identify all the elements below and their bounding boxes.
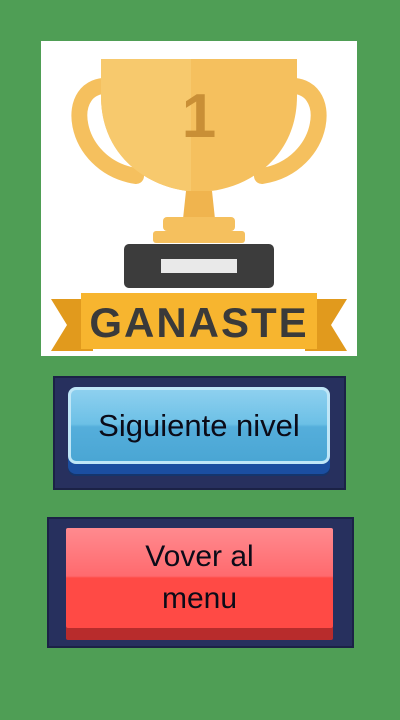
banner-text: GANASTE [89, 299, 308, 346]
next-level-button[interactable]: Siguiente nivel [68, 387, 330, 464]
rank-number: 1 [182, 82, 216, 151]
back-to-menu-label: Vover al menu [145, 540, 254, 615]
next-level-label: Siguiente nivel [98, 407, 300, 443]
back-to-menu-button[interactable]: Vover al menu [66, 528, 333, 628]
next-level-button-frame: Siguiente nivel [53, 376, 346, 490]
back-to-menu-button-frame: Vover al menu [47, 517, 354, 648]
trophy-icon: GANASTE 1 [51, 59, 347, 351]
winner-trophy-card: GANASTE 1 [41, 41, 357, 356]
